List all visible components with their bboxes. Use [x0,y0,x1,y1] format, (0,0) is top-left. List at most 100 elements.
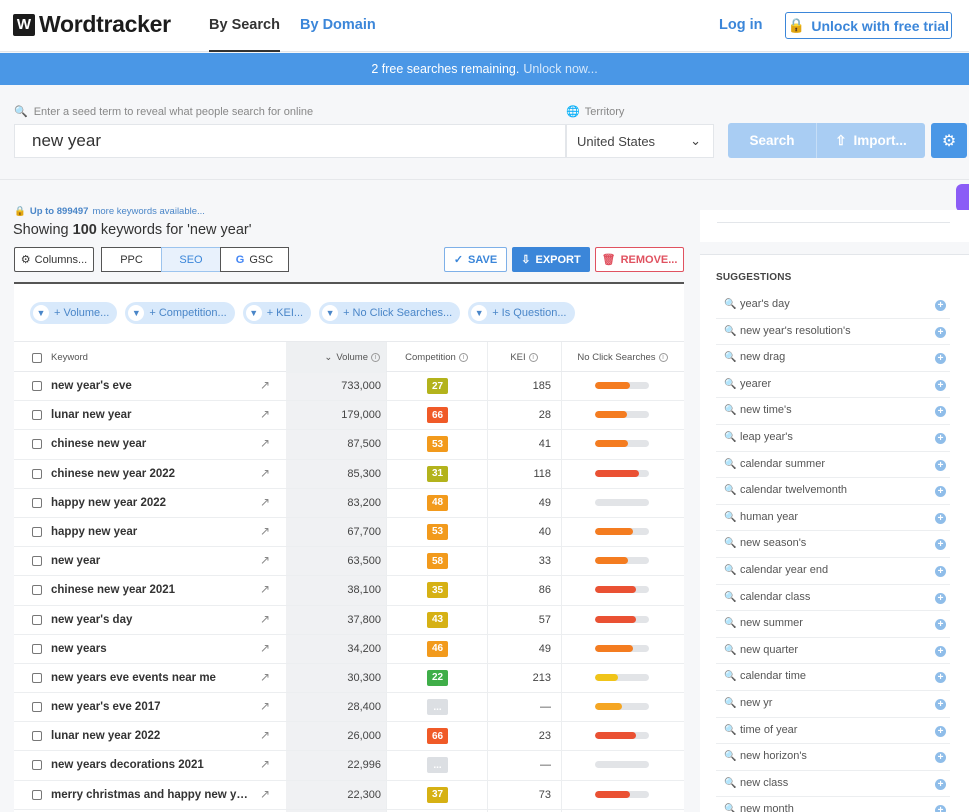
add-suggestion-icon[interactable]: + [935,672,946,684]
suggestion-text[interactable]: new drag [740,351,785,363]
settings-button[interactable]: ⚙ [931,123,967,158]
add-suggestion-icon[interactable]: + [935,379,946,391]
external-link-icon[interactable]: ↗ [260,757,270,771]
filter-is-question[interactable]: ▼ + Is Question... [468,302,575,324]
add-suggestion-icon[interactable]: + [935,619,946,631]
add-suggestion-icon[interactable]: + [935,326,946,338]
save-button[interactable]: ✓ SAVE [444,247,507,272]
table-row[interactable]: new years ↗ 34,200 46 49 [14,635,684,664]
more-keywords-notice[interactable]: 🔒 Up to 899497 more keywords available..… [14,206,205,217]
suggestion-text[interactable]: year's day [740,298,790,310]
table-row[interactable]: new year's eve 2017 ↗ 28,400... — [14,693,684,723]
search-input[interactable]: new year [14,124,566,158]
tab-gsc[interactable]: G GSC [220,247,289,272]
row-checkbox[interactable] [32,410,42,421]
table-row[interactable]: happy new year ↗ 67,700 53 40 [14,518,684,548]
add-suggestion-icon[interactable]: + [935,432,946,444]
export-button[interactable]: ⇩ EXPORT [512,247,590,272]
keyword-cell[interactable]: happy new year 2022 [51,497,251,509]
keyword-cell[interactable]: new year [51,555,251,567]
column-competition[interactable]: Competition i [386,342,487,373]
tab-by-domain[interactable]: By Domain [300,17,376,33]
table-row[interactable]: chinese new year 2021 ↗ 38,100 35 86 [14,576,684,606]
column-no-click-searches[interactable]: No Click Searches i [561,342,684,373]
suggestion-text[interactable]: new summer [740,617,803,629]
keyword-cell[interactable]: new years [51,643,251,655]
suggestion-item[interactable]: 🔍 new drag + [716,345,950,372]
external-link-icon[interactable]: ↗ [260,612,270,626]
side-widget-tab[interactable] [956,184,969,212]
suggestion-text[interactable]: leap year's [740,431,793,443]
add-suggestion-icon[interactable]: + [935,459,946,471]
add-suggestion-icon[interactable]: + [935,512,946,524]
suggestion-item[interactable]: 🔍 calendar summer + [716,452,950,479]
add-suggestion-icon[interactable]: + [935,645,946,657]
unlock-trial-button[interactable]: 🔒 Unlock with free trial [785,12,952,39]
keyword-cell[interactable]: new year's day [51,614,251,626]
row-checkbox[interactable] [32,789,42,800]
keyword-cell[interactable]: new year's eve [51,380,251,392]
external-link-icon[interactable]: ↗ [260,641,270,655]
row-checkbox[interactable] [32,585,42,596]
suggestion-item[interactable]: 🔍 calendar twelvemonth + [716,478,950,505]
table-row[interactable]: new years decorations 2021 ↗ 22,996... — [14,751,684,781]
row-checkbox[interactable] [32,760,42,771]
table-row[interactable]: lunar new year 2022 ↗ 26,000 66 23 [14,722,684,752]
add-suggestion-icon[interactable]: + [935,725,946,737]
login-link[interactable]: Log in [719,17,763,33]
add-suggestion-icon[interactable]: + [935,752,946,764]
suggestion-item[interactable]: 🔍 new class + [716,771,950,798]
external-link-icon[interactable]: ↗ [260,582,270,596]
territory-select[interactable]: United States ⌄ [566,124,714,158]
keyword-cell[interactable]: happy new year [51,526,251,538]
suggestion-item[interactable]: 🔍 new month + [716,797,950,812]
add-suggestion-icon[interactable]: + [935,698,946,710]
filter-no-click-searches[interactable]: ▼ + No Click Searches... [319,302,461,324]
external-link-icon[interactable]: ↗ [260,670,270,684]
external-link-icon[interactable]: ↗ [260,699,270,713]
row-checkbox[interactable] [32,643,42,654]
suggestion-text[interactable]: new year's resolution's [740,325,851,337]
column-keyword[interactable]: Keyword [51,342,88,373]
suggestion-item[interactable]: 🔍 calendar year end + [716,558,950,585]
add-suggestion-icon[interactable]: + [935,539,946,551]
tab-seo[interactable]: SEO [161,247,221,272]
keyword-cell[interactable]: new year's eve 2017 [51,701,251,713]
keyword-cell[interactable]: new years decorations 2021 [51,759,251,771]
suggestion-text[interactable]: new month [740,803,794,812]
row-checkbox[interactable] [32,381,42,391]
table-row[interactable]: new years eve events near me ↗ 30,300 22 213 [14,664,684,694]
suggestion-text[interactable]: new class [740,777,788,789]
suggestion-text[interactable]: calendar year end [740,564,828,576]
row-checkbox[interactable] [32,614,42,625]
row-checkbox[interactable] [32,731,42,742]
table-row[interactable]: happy new year 2022 ↗ 83,200 48 49 [14,489,684,518]
suggestion-item[interactable]: 🔍 new summer + [716,611,950,638]
tab-by-search[interactable]: By Search [209,17,280,52]
suggestion-item[interactable]: 🔍 leap year's + [716,425,950,452]
suggestion-item[interactable]: 🔍 time of year + [716,718,950,745]
suggestion-text[interactable]: new time's [740,404,792,416]
row-checkbox[interactable] [32,439,42,450]
logo[interactable]: W Wordtracker [13,11,171,38]
add-suggestion-icon[interactable]: + [935,353,946,365]
table-row[interactable]: merry christmas and happy new year ↗ 22,30… [14,781,684,810]
table-row[interactable]: new year ↗ 63,500 58 33 [14,547,684,577]
table-row[interactable]: lunar new year ↗ 179,000 66 28 [14,401,684,431]
suggestion-item[interactable]: 🔍 human year + [716,505,950,532]
filter-competition[interactable]: ▼ + Competition... [125,302,235,324]
keyword-cell[interactable]: lunar new year [51,409,251,421]
select-all-checkbox[interactable] [32,342,42,373]
suggestion-item[interactable]: 🔍 new year's resolution's + [716,319,950,346]
keyword-cell[interactable]: lunar new year 2022 [51,730,251,742]
suggestion-item[interactable]: 🔍 new horizon's + [716,744,950,771]
external-link-icon[interactable]: ↗ [260,553,270,567]
suggestion-item[interactable]: 🔍 year's day + [716,292,950,319]
suggestion-text[interactable]: new season's [740,537,806,549]
keyword-cell[interactable]: merry christmas and happy new year [51,789,251,801]
table-row[interactable]: new year's day ↗ 37,800 43 57 [14,606,684,635]
external-link-icon[interactable]: ↗ [260,728,270,742]
row-checkbox[interactable] [32,556,42,567]
suggestion-text[interactable]: human year [740,511,798,523]
suggestion-text[interactable]: time of year [740,724,797,736]
